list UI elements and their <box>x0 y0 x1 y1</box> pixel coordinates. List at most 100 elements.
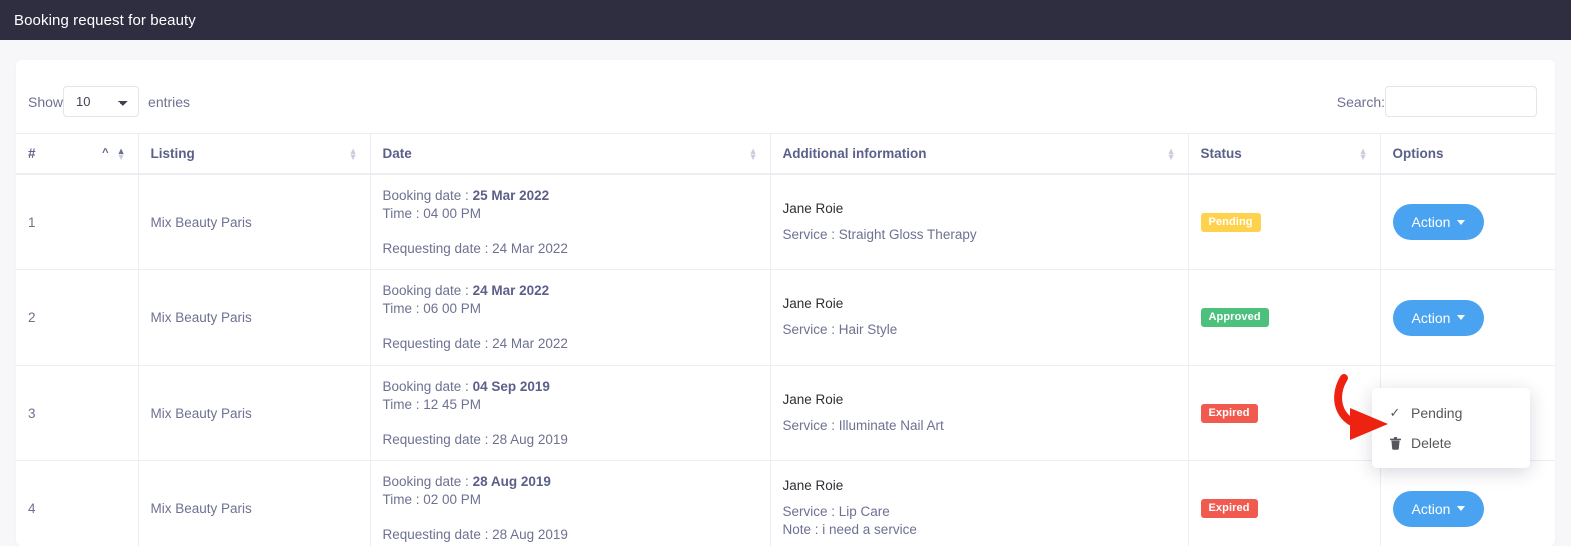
search-control: Search: <box>1337 86 1537 117</box>
cell-status: Approved <box>1188 269 1381 366</box>
sort-toggle-icon[interactable]: ▲ ▼ <box>117 146 126 161</box>
column-label: Date <box>382 146 412 161</box>
booking-date-value: 24 Mar 2022 <box>472 283 550 299</box>
action-button[interactable]: Action <box>1392 490 1485 527</box>
app-header-bar: Booking request for beauty <box>0 0 1571 40</box>
cell-listing: Mix Beauty Paris <box>138 174 371 271</box>
entries-per-page-select[interactable]: 10 25 50 100 <box>63 86 140 117</box>
date-spacer <box>383 223 758 240</box>
cell-options: Action <box>1380 269 1555 366</box>
column-header-additional-information[interactable]: Additional information ▲ ▼ <box>770 133 1189 175</box>
cell-listing: Mix Beauty Paris <box>138 365 371 462</box>
column-label: Listing <box>150 146 195 161</box>
column-label: Status <box>1200 146 1242 161</box>
chevron-down-icon <box>1457 506 1466 512</box>
cell-date: Booking date : 24 Mar 2022 Time : 06 00 … <box>370 269 771 366</box>
table-row: 3 Mix Beauty Paris Booking date : 04 Sep… <box>16 365 1555 462</box>
status-badge: Pending <box>1200 212 1261 232</box>
booking-date-line: Booking date : 04 Sep 2019 <box>383 378 758 396</box>
column-label: Options <box>1392 146 1444 161</box>
search-label: Search: <box>1336 93 1385 110</box>
dropdown-item-delete[interactable]: Delete <box>1372 428 1530 458</box>
booking-date-line: Booking date : 24 Mar 2022 <box>383 282 758 300</box>
date-spacer <box>383 414 758 431</box>
booking-time-line: Time : 02 00 PM <box>382 492 482 508</box>
column-header-date[interactable]: Date ▲ ▼ <box>370 133 771 175</box>
booking-date-value: 04 Sep 2019 <box>472 378 550 394</box>
chevron-down-icon <box>1457 315 1466 321</box>
dropdown-item-pending[interactable]: ✓ Pending <box>1372 398 1530 428</box>
booking-requests-card: Show 10 25 50 100 entries Search: <box>16 60 1555 546</box>
booking-time-line: Time : 12 45 PM <box>382 396 482 412</box>
table-row: 2 Mix Beauty Paris Booking date : 24 Mar… <box>16 269 1555 366</box>
cell-status: Expired <box>1188 365 1381 462</box>
cell-listing: Mix Beauty Paris <box>138 460 371 546</box>
table-head: # ^ ▲ ▼ Listing ▲ ▼ Date ▲ ▼ Additional … <box>16 133 1555 175</box>
booking-date-label: Booking date : <box>382 474 469 490</box>
sort-toggle-icon[interactable]: ▲ ▼ <box>349 146 358 161</box>
column-header-listing[interactable]: Listing ▲ ▼ <box>138 133 371 175</box>
table-row: 1 Mix Beauty Paris Booking date : 25 Mar… <box>16 174 1555 271</box>
dropdown-item-label: Delete <box>1411 435 1452 451</box>
date-spacer <box>383 318 758 335</box>
cell-additional-information: Jane Roie Service : Hair Style <box>770 269 1189 366</box>
datatable-controls: Show 10 25 50 100 entries Search: <box>16 60 1555 133</box>
table-body: 1 Mix Beauty Paris Booking date : 25 Mar… <box>16 174 1555 546</box>
sort-toggle-icon[interactable]: ▲ ▼ <box>1359 146 1368 161</box>
booking-time-line: Time : 06 00 PM <box>382 301 482 317</box>
column-label: Additional information <box>782 146 927 161</box>
cell-status: Expired <box>1188 460 1381 546</box>
action-dropdown-menu: ✓ Pending Delete <box>1372 388 1530 468</box>
status-badge: Approved <box>1200 308 1269 328</box>
sort-toggle-icon[interactable]: ▲ ▼ <box>1167 146 1176 161</box>
column-header-status[interactable]: Status ▲ ▼ <box>1188 133 1381 175</box>
trash-icon <box>1388 436 1402 450</box>
cell-date: Booking date : 28 Aug 2019 Time : 02 00 … <box>370 460 771 546</box>
sort-toggle-icon[interactable]: ▲ ▼ <box>749 146 758 161</box>
cell-row-number: 1 <box>16 174 139 271</box>
table-row: 4 Mix Beauty Paris Booking date : 28 Aug… <box>16 460 1555 546</box>
action-button-label: Action <box>1411 214 1451 231</box>
cell-row-number: 4 <box>16 460 139 546</box>
requesting-date-line: Requesting date : 28 Aug 2019 <box>382 431 568 447</box>
service-line: Service : Hair Style <box>782 322 898 338</box>
column-header-options[interactable]: Options ▲▼ <box>1380 133 1555 175</box>
cell-options: Action <box>1380 174 1555 271</box>
cell-row-number: 3 <box>16 365 139 462</box>
cell-additional-information: Jane Roie Service : Illuminate Nail Art <box>770 365 1189 462</box>
page-title: Booking request for beauty <box>14 11 196 29</box>
action-button-label: Action <box>1411 500 1451 517</box>
booking-date-value: 28 Aug 2019 <box>472 474 551 490</box>
cell-options: Action <box>1380 460 1555 546</box>
column-label: # <box>28 146 36 161</box>
dropdown-item-label: Pending <box>1411 405 1463 421</box>
note-line: Note : i need a service <box>782 522 917 538</box>
service-line: Service : Lip Care <box>782 504 890 520</box>
booking-date-label: Booking date : <box>382 283 469 299</box>
customer-name: Jane Roie <box>782 478 844 494</box>
page-body: Show 10 25 50 100 entries Search: <box>0 40 1571 546</box>
cell-additional-information: Jane Roie Service : Lip Care Note : i ne… <box>770 460 1189 546</box>
booking-date-line: Booking date : 28 Aug 2019 <box>383 473 758 491</box>
chevron-down-icon <box>1457 219 1466 225</box>
booking-date-value: 25 Mar 2022 <box>472 188 550 203</box>
entries-label: entries <box>148 93 191 110</box>
booking-requests-table: # ^ ▲ ▼ Listing ▲ ▼ Date ▲ ▼ Additional … <box>16 133 1555 546</box>
service-line: Service : Illuminate Nail Art <box>782 417 944 433</box>
date-spacer <box>383 509 758 526</box>
action-button[interactable]: Action <box>1392 299 1485 336</box>
entries-length-control: Show 10 25 50 100 entries <box>28 86 190 117</box>
customer-name: Jane Roie <box>782 200 844 216</box>
cell-date: Booking date : 25 Mar 2022 Time : 04 00 … <box>370 174 771 271</box>
service-line: Service : Straight Gloss Therapy <box>782 226 977 242</box>
cell-status: Pending <box>1188 174 1381 271</box>
sort-ascending-caret-icon: ^ <box>102 147 109 159</box>
action-button[interactable]: Action <box>1392 204 1485 241</box>
column-header-number[interactable]: # ^ ▲ ▼ <box>16 133 139 175</box>
booking-date-line: Booking date : 25 Mar 2022 <box>383 187 758 205</box>
requesting-date-line: Requesting date : 24 Mar 2022 <box>382 336 568 352</box>
cell-date: Booking date : 04 Sep 2019 Time : 12 45 … <box>370 365 771 462</box>
search-input[interactable] <box>1385 86 1537 117</box>
cell-row-number: 2 <box>16 269 139 366</box>
status-badge: Expired <box>1200 499 1258 519</box>
